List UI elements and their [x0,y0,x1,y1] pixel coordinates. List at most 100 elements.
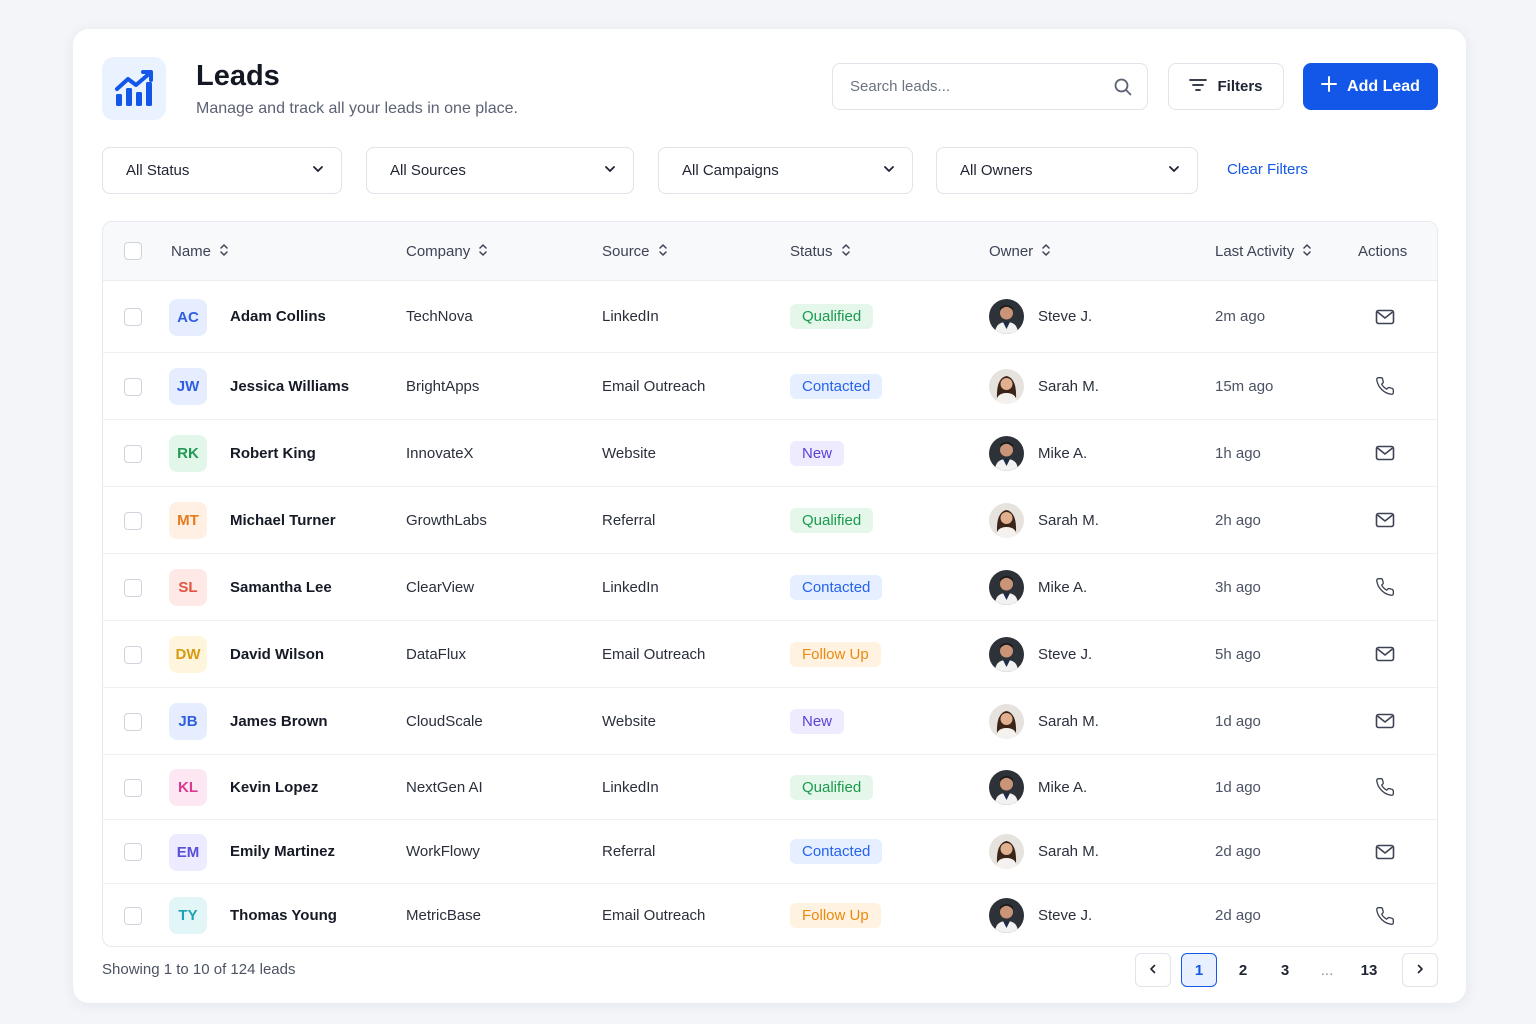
row-checkbox[interactable] [124,645,142,664]
add-lead-button-label: Add Lead [1347,77,1420,95]
search-input[interactable] [833,64,1083,109]
page-button-2[interactable]: 2 [1225,953,1261,987]
leads-card: Leads Manage and track all your leads in… [73,29,1466,1003]
sources-filter-dropdown[interactable]: All Sources [366,147,634,194]
table-row[interactable]: RK Robert King InnovateX Website New Mike A. 1… [103,420,1437,487]
table-row[interactable]: SL Samantha Lee ClearView LinkedIn Contacted… [103,554,1437,621]
lead-name[interactable]: James Brown [230,688,328,754]
next-page-button[interactable] [1402,953,1438,987]
last-activity: 15m ago [1215,377,1274,395]
lead-company: NextGen AI [406,778,483,796]
owner-name: Sarah M. [1038,511,1099,529]
phone-icon[interactable] [1375,884,1395,946]
phone-icon[interactable] [1375,554,1395,620]
lead-company: WorkFlowy [406,843,480,860]
page-button-13[interactable]: 13 [1351,953,1387,987]
column-header-company[interactable]: Company [406,222,488,281]
row-checkbox[interactable] [124,511,142,530]
status-badge: Follow Up [790,641,881,667]
table-row[interactable]: EM Emily Martinez WorkFlowy Referral Contact… [103,820,1437,884]
campaigns-filter-dropdown[interactable]: All Campaigns [658,147,913,194]
mail-icon[interactable] [1375,820,1395,883]
pagination-summary: Showing 1 to 10 of 124 leads [102,961,296,978]
mail-icon[interactable] [1375,487,1395,553]
column-header-label: Status [790,243,833,260]
page-button-1[interactable]: 1 [1181,953,1217,987]
lead-source: Email Outreach [602,645,706,663]
select-all-checkbox[interactable] [124,242,142,260]
lead-name[interactable]: Michael Turner [230,487,336,553]
plus-icon [1321,76,1338,97]
phone-icon[interactable] [1375,353,1395,419]
lead-initials-avatar: AC [169,298,207,336]
owner-avatar [989,502,1024,538]
lead-name[interactable]: Emily Martinez [230,820,335,883]
lead-company: CloudScale [406,712,483,730]
mail-icon[interactable] [1375,420,1395,486]
sort-icon [658,243,668,261]
row-checkbox[interactable] [124,578,142,597]
lead-name[interactable]: Adam Collins [230,281,326,352]
lead-source: LinkedIn [602,308,659,325]
lead-name[interactable]: Robert King [230,420,316,486]
table-row[interactable]: JW Jessica Williams BrightApps Email Outrea… [103,353,1437,420]
clear-filters-link[interactable]: Clear Filters [1227,161,1308,178]
row-checkbox[interactable] [124,778,142,797]
last-activity: 2d ago [1215,843,1261,860]
add-lead-button[interactable]: Add Lead [1303,63,1438,110]
chevron-down-icon [1167,162,1181,180]
row-checkbox[interactable] [124,712,142,731]
owner-avatar [989,898,1024,933]
table-row[interactable]: MT Michael Turner GrowthLabs Referral Qualif… [103,487,1437,554]
lead-name[interactable]: Jessica Williams [230,353,349,419]
lead-name[interactable]: David Wilson [230,621,324,687]
table-row[interactable]: KL Kevin Lopez NextGen AI LinkedIn Qualified… [103,755,1437,820]
last-activity: 2h ago [1215,511,1261,529]
column-header-label: Source [602,243,650,260]
lead-name[interactable]: Kevin Lopez [230,755,318,819]
table-row[interactable]: DW David Wilson DataFlux Email Outreach Foll… [103,621,1437,688]
column-header-last-activity[interactable]: Last Activity [1215,222,1312,281]
owners-filter-value: All Owners [960,162,1033,179]
mail-icon[interactable] [1375,621,1395,687]
owner-name: Mike A. [1038,444,1088,462]
lead-source: Referral [602,511,656,529]
search-box[interactable] [832,63,1148,110]
owner-avatar [989,703,1024,739]
last-activity: 3h ago [1215,578,1261,596]
table-row[interactable]: AC Adam Collins TechNova LinkedIn Qualified S… [103,281,1437,353]
phone-icon[interactable] [1375,755,1395,819]
column-header-label: Name [171,243,212,260]
column-header-owner[interactable]: Owner [989,222,1051,281]
prev-page-button[interactable] [1135,953,1171,987]
mail-icon[interactable] [1375,281,1395,352]
row-checkbox[interactable] [124,444,142,463]
status-badge: Qualified [790,304,874,329]
search-icon[interactable] [1113,77,1133,102]
table-row[interactable]: TY Thomas Young MetricBase Email Outreach Fo… [103,884,1437,946]
sort-icon [478,243,488,261]
owners-filter-dropdown[interactable]: All Owners [936,147,1198,194]
status-badge: Contacted [790,373,883,399]
chevron-down-icon [882,162,896,180]
mail-icon[interactable] [1375,688,1395,754]
row-checkbox[interactable] [124,843,142,861]
lead-source: Website [602,712,656,730]
last-activity: 1h ago [1215,444,1261,462]
sort-icon [1302,243,1312,261]
column-header-source[interactable]: Source [602,222,668,281]
table-row[interactable]: JB James Brown CloudScale Website New Sarah M… [103,688,1437,755]
lead-name[interactable]: Thomas Young [230,884,337,946]
lead-source: Email Outreach [602,377,706,395]
owner-name: Mike A. [1038,578,1088,596]
page-button-3[interactable]: 3 [1267,953,1303,987]
row-checkbox[interactable] [124,906,142,925]
row-checkbox[interactable] [124,377,142,396]
row-checkbox[interactable] [124,308,142,326]
column-header-status[interactable]: Status [790,222,851,281]
filters-button[interactable]: Filters [1168,63,1284,110]
filters-button-label: Filters [1217,78,1263,95]
status-filter-dropdown[interactable]: All Status [102,147,342,194]
lead-name[interactable]: Samantha Lee [230,554,332,620]
column-header-name[interactable]: Name [171,222,229,281]
